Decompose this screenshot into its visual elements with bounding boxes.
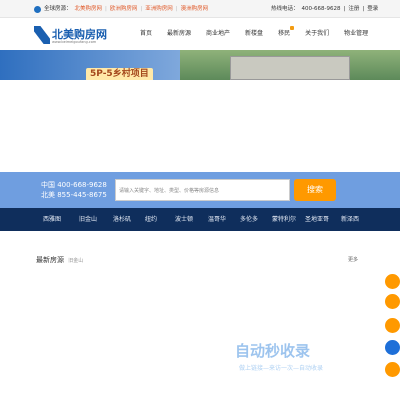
login-link[interactable]: 登录 — [367, 0, 378, 18]
side-top-button[interactable] — [385, 362, 400, 377]
nav-home[interactable]: 首页 — [140, 18, 152, 50]
nav-property-management[interactable]: 物业管理 — [344, 18, 368, 50]
banner-building — [230, 56, 350, 80]
nav-immigration[interactable]: 移民 — [278, 18, 295, 50]
side-qq-button[interactable] — [385, 340, 400, 355]
divider: | — [343, 6, 346, 12]
city-montreal[interactable]: 蒙特利尔 — [272, 208, 296, 231]
more-link[interactable]: 更多 — [348, 256, 358, 263]
logo-n-icon — [34, 26, 50, 44]
nav-latest-listings[interactable]: 最新房源 — [167, 18, 191, 50]
search-button[interactable]: 搜索 — [294, 179, 336, 201]
city-toronto[interactable]: 多伦多 — [240, 208, 258, 231]
divider: | — [140, 6, 143, 12]
site-header: 北美购房网 www.beimeigoufang.com 首页 最新房源 商业地产… — [0, 18, 400, 50]
australia-link[interactable]: 澳洲购房网 — [181, 0, 209, 18]
nav-about[interactable]: 关于我们 — [305, 18, 329, 50]
register-link[interactable]: 注册 — [348, 0, 359, 18]
watermark-subtitle: 做上链接—来访一次—自动收录 — [239, 365, 324, 372]
city-boston[interactable]: 波士顿 — [175, 208, 193, 231]
city-bar: 西雅图 旧金山 洛杉矶 纽约 波士顿 温哥华 多伦多 蒙特利尔 圣地亚哥 新泽西 — [0, 208, 400, 231]
divider: | — [362, 6, 365, 12]
side-message-button[interactable] — [385, 318, 400, 333]
globe-icon — [34, 5, 41, 13]
hero-banner[interactable]: 5P-5乡村项目 — [0, 50, 400, 80]
hotline-number: 400-668-9628 — [301, 6, 341, 12]
section-subtitle: 旧金山 — [68, 258, 84, 264]
watermark-title: 自动秒收录 — [235, 342, 311, 360]
search-bar: 中国 400-668-9628 北美 855-445-8675 请输入关键字、地… — [0, 172, 400, 208]
nav-commercial[interactable]: 商业地产 — [206, 18, 230, 50]
asia-link[interactable]: 亚洲购房网 — [145, 0, 173, 18]
side-chat-button[interactable] — [385, 274, 400, 289]
city-seattle[interactable]: 西雅图 — [43, 208, 61, 231]
search-input[interactable]: 请输入关键字、地址、类型、价格等房源信息 — [115, 179, 290, 201]
city-san-diego[interactable]: 圣地亚哥 — [305, 208, 329, 231]
logo-url: www.beimeigoufang.com — [52, 40, 97, 44]
side-phone-button[interactable] — [385, 294, 400, 309]
city-new-york[interactable]: 纽约 — [145, 208, 157, 231]
divider: | — [175, 6, 178, 12]
phone-china: 中国 400-668-9628 — [41, 181, 107, 189]
site-logo[interactable]: 北美购房网 www.beimeigoufang.com — [34, 24, 107, 46]
city-new-jersey[interactable]: 新泽西 — [341, 208, 359, 231]
city-vancouver[interactable]: 温哥华 — [208, 208, 226, 231]
contact-phones: 中国 400-668-9628 北美 855-445-8675 — [41, 180, 107, 200]
europe-link[interactable]: 欧洲购房网 — [110, 0, 138, 18]
city-los-angeles[interactable]: 洛杉矶 — [113, 208, 131, 231]
main-nav: 首页 最新房源 商业地产 新楼盘 移民 关于我们 物业管理 — [140, 18, 383, 50]
latest-listings-heading: 最新房源 旧金山 — [36, 255, 83, 265]
global-listings-label: 全球房源： — [44, 6, 72, 12]
banner-title: 5P-5乡村项目 — [86, 68, 153, 80]
divider: | — [105, 6, 107, 12]
phone-north-america: 北美 855-445-8675 — [41, 191, 107, 199]
new-badge-icon — [290, 26, 295, 30]
top-bar: 全球房源： 北美购房网 | 欧洲购房网 | 亚洲购房网 | 澳洲购房网 热线电话… — [0, 0, 400, 18]
section-title: 最新房源 — [36, 256, 64, 264]
nav-immigration-label: 移民 — [278, 30, 291, 37]
north-america-link[interactable]: 北美购房网 — [75, 0, 103, 18]
nav-new-developments[interactable]: 新楼盘 — [245, 18, 263, 50]
hotline-label: 热线电话： — [271, 6, 299, 12]
city-san-francisco[interactable]: 旧金山 — [79, 208, 97, 231]
